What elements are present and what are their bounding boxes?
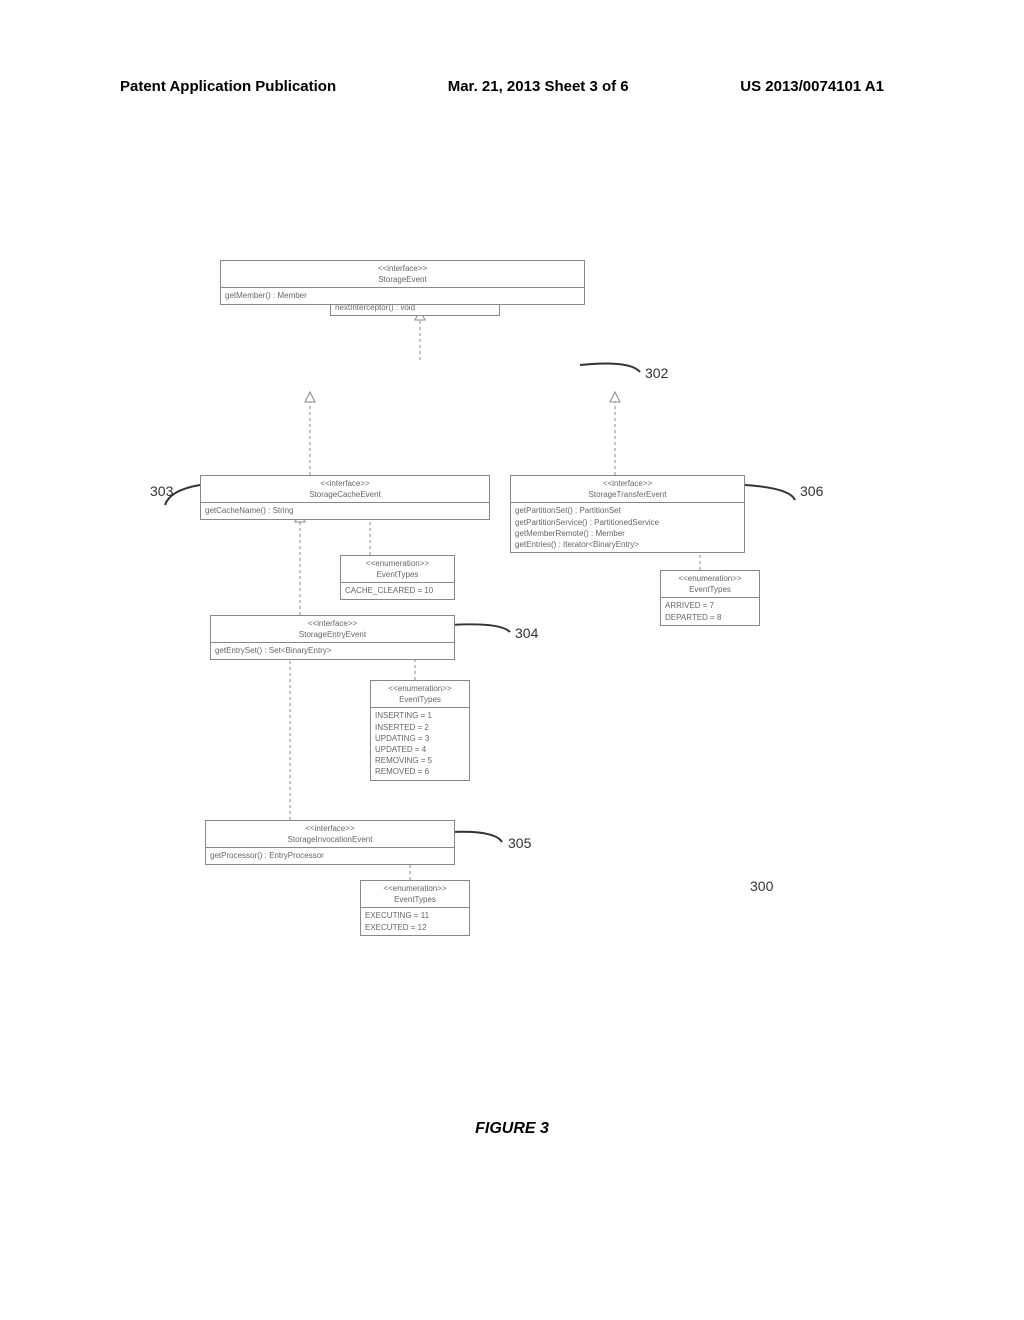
stereo: <<enumeration>> xyxy=(365,883,465,894)
stereo: <<enumeration>> xyxy=(375,683,465,694)
classname: StorageInvocationEvent xyxy=(210,834,450,845)
label-304: 304 xyxy=(515,625,538,641)
uml-diagram: <<interface>> Event getType() : int next… xyxy=(140,260,880,980)
classname: EventTypes xyxy=(345,569,450,580)
label-303: 303 xyxy=(150,483,173,499)
figure-caption: FIGURE 3 xyxy=(0,1120,1024,1138)
box-storage-cache-event: <<interface>> StorageCacheEvent getCache… xyxy=(200,475,490,520)
members: getMember() : Member xyxy=(221,288,584,303)
stereo: <<interface>> xyxy=(205,478,485,489)
stereo: <<interface>> xyxy=(515,478,740,489)
classname: StorageCacheEvent xyxy=(205,489,485,500)
page-header: Patent Application Publication Mar. 21, … xyxy=(0,78,1024,95)
stereo: <<interface>> xyxy=(215,618,450,629)
stereo: <<enumeration>> xyxy=(665,573,755,584)
members: CACHE_CLEARED = 10 xyxy=(341,583,454,598)
stereo: <<interface>> xyxy=(210,823,450,834)
members: getProcessor() : EntryProcessor xyxy=(206,848,454,863)
label-302: 302 xyxy=(645,365,668,381)
box-invocation-enum: <<enumeration>> EventTypes EXECUTING = 1… xyxy=(360,880,470,936)
classname: EventTypes xyxy=(375,694,465,705)
members: getPartitionSet() : PartitionSet getPart… xyxy=(511,503,744,552)
members: getCacheName() : String xyxy=(201,503,489,518)
classname: StorageTransferEvent xyxy=(515,489,740,500)
label-300: 300 xyxy=(750,878,773,894)
classname: EventTypes xyxy=(665,584,755,595)
header-left: Patent Application Publication xyxy=(120,78,336,95)
box-cache-enum: <<enumeration>> EventTypes CACHE_CLEARED… xyxy=(340,555,455,600)
members: EXECUTING = 11 EXECUTED = 12 xyxy=(361,908,469,934)
box-storage-event: <<interface>> StorageEvent getMember() :… xyxy=(220,260,585,305)
header-right: US 2013/0074101 A1 xyxy=(740,78,884,95)
box-transfer-enum: <<enumeration>> EventTypes ARRIVED = 7 D… xyxy=(660,570,760,626)
classname: StorageEntryEvent xyxy=(215,629,450,640)
box-entry-enum: <<enumeration>> EventTypes INSERTING = 1… xyxy=(370,680,470,781)
label-306: 306 xyxy=(800,483,823,499)
members: ARRIVED = 7 DEPARTED = 8 xyxy=(661,598,759,624)
box-storage-invocation-event: <<interface>> StorageInvocationEvent get… xyxy=(205,820,455,865)
members: getEntrySet() : Set<BinaryEntry> xyxy=(211,643,454,658)
classname: StorageEvent xyxy=(225,274,580,285)
box-storage-transfer-event: <<interface>> StorageTransferEvent getPa… xyxy=(510,475,745,553)
stereo: <<interface>> xyxy=(225,263,580,274)
header-center: Mar. 21, 2013 Sheet 3 of 6 xyxy=(448,78,629,95)
label-305: 305 xyxy=(508,835,531,851)
classname: EventTypes xyxy=(365,894,465,905)
box-storage-entry-event: <<interface>> StorageEntryEvent getEntry… xyxy=(210,615,455,660)
members: INSERTING = 1 INSERTED = 2 UPDATING = 3 … xyxy=(371,708,469,779)
stereo: <<enumeration>> xyxy=(345,558,450,569)
